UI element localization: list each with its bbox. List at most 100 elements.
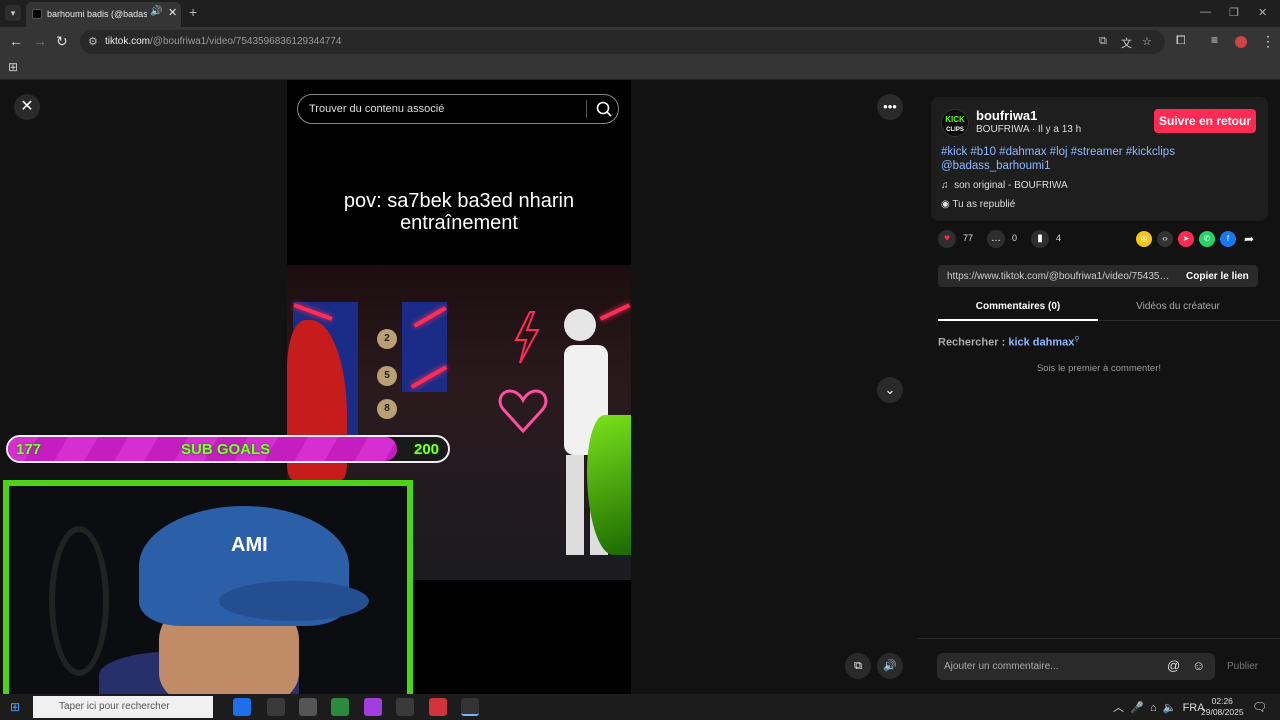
nav-bar: ← → ↻ ⚙ tiktok.com/@boufriwa1/video/7543… xyxy=(0,27,1280,57)
taskbar-app-icon[interactable] xyxy=(429,698,447,716)
coin-share-icon[interactable]: ◎ xyxy=(1136,231,1152,247)
tab-search-chevron-icon[interactable]: ▾ xyxy=(5,5,21,21)
extensions-icon[interactable]: ⧠ xyxy=(1176,33,1186,48)
emoji-icon[interactable]: ☺ xyxy=(1192,658,1205,673)
creator-card: KICK CLIPS boufriwa1 BOUFRIWA · Il y a 1… xyxy=(931,97,1268,221)
apps-grid-icon[interactable]: ⊞ xyxy=(8,60,18,74)
minimize-icon[interactable]: — xyxy=(1200,6,1211,18)
search-icon[interactable] xyxy=(595,100,613,118)
video-hashtags[interactable]: #kick #b10 #dahmax #loj #streamer #kickc… xyxy=(941,145,1261,173)
tab-close-icon[interactable]: ✕ xyxy=(168,6,177,19)
details-panel: KICK CLIPS boufriwa1 BOUFRIWA · Il y a 1… xyxy=(918,80,1280,694)
microphone-icon[interactable]: 🎤 xyxy=(1130,702,1144,714)
address-bar[interactable]: ⚙ tiktok.com/@boufriwa1/video/7543596836… xyxy=(80,30,1165,54)
url-text: tiktok.com/@boufriwa1/video/754359683612… xyxy=(105,36,342,47)
taskbar-app-icon[interactable] xyxy=(396,698,414,716)
bookmark-star-icon[interactable]: ☆ xyxy=(1142,35,1152,48)
like-icon[interactable]: ♥ xyxy=(938,230,956,248)
repost-avatar-icon: ◉ xyxy=(941,199,950,210)
speaker-icon[interactable]: 🔈 xyxy=(1163,702,1177,714)
menu-icon[interactable]: ⋮ xyxy=(1261,33,1275,50)
pip-icon[interactable]: ⧉ xyxy=(845,653,871,679)
neon-heart xyxy=(498,389,548,434)
publish-button[interactable]: Publier xyxy=(1227,661,1258,672)
cast-icon[interactable]: ⧉ xyxy=(1099,35,1107,48)
scene-number: 8 xyxy=(377,399,397,419)
creator-username[interactable]: boufriwa1 xyxy=(976,108,1037,123)
taskbar-app-icon[interactable] xyxy=(364,698,382,716)
media-control-icon[interactable]: ≡ xyxy=(1211,33,1218,47)
clock[interactable]: 02:26 29/08/2025 xyxy=(1201,696,1244,718)
search-divider xyxy=(586,100,587,118)
notifications-icon[interactable]: 🗨 xyxy=(1252,700,1267,714)
comment-bar: Ajouter un commentaire... @ ☺ Publier xyxy=(918,638,1280,694)
browser-tab[interactable]: barhoumi badis (@badass_b 🔊 ✕ xyxy=(26,2,181,27)
comment-placeholder: Ajouter un commentaire... xyxy=(944,661,1059,672)
comment-count: 0 xyxy=(1012,233,1018,243)
more-options-icon[interactable]: ••• xyxy=(877,94,903,120)
new-tab-icon[interactable]: + xyxy=(189,4,197,20)
forward-icon[interactable]: → xyxy=(33,33,47,49)
tab-creator-videos[interactable]: Vidéos du créateur xyxy=(1098,296,1258,321)
taskbar-app-icon[interactable] xyxy=(267,698,285,716)
video-caption: pov: sa7bek ba3ed nharin entraînement xyxy=(343,190,575,234)
cap-logo-text: AMI xyxy=(231,534,268,556)
site-info-icon[interactable]: ⚙ xyxy=(88,35,98,48)
taskbar-app-icon[interactable] xyxy=(299,698,317,716)
action-row: ♥ 77 … 0 ▮ 4 ◎ ‹› ➤ ✆ f ➦ xyxy=(938,230,1268,256)
bookmark-icon[interactable]: ▮ xyxy=(1031,230,1049,248)
restore-icon[interactable]: ❐ xyxy=(1229,6,1239,19)
whatsapp-icon[interactable]: ✆ xyxy=(1199,231,1215,247)
video-area: ✕ pov: sa7bek ba3ed nharin entraînement … xyxy=(0,80,918,700)
scene-number: 5 xyxy=(377,366,397,386)
video-link[interactable]: https://www.tiktok.com/@boufriwa1/video/… xyxy=(947,271,1175,282)
copy-link-button[interactable]: Copier le lien xyxy=(1186,271,1249,282)
send-icon[interactable]: ➤ xyxy=(1178,231,1194,247)
comment-input[interactable]: Ajouter un commentaire... @ ☺ xyxy=(937,653,1215,680)
volume-icon[interactable]: 🔊 xyxy=(877,653,903,679)
creator-subline: BOUFRIWA · Il y a 13 h xyxy=(976,124,1082,135)
search-small-icon: ⚲ xyxy=(1074,336,1080,343)
save-count: 4 xyxy=(1056,233,1062,243)
tab-strip: ▾ barhoumi badis (@badass_b 🔊 ✕ + — ❐ ✕ xyxy=(0,0,1280,27)
start-icon[interactable]: ⊞ xyxy=(10,700,20,714)
taskbar-search[interactable]: Taper ici pour rechercher xyxy=(33,696,213,718)
sub-goals-bar: 177 SUB GOALS 200 xyxy=(6,435,450,463)
next-video-icon[interactable]: ⌄ xyxy=(877,377,903,403)
scene-number: 2 xyxy=(377,329,397,349)
creator-avatar[interactable]: KICK CLIPS xyxy=(941,109,969,137)
translate-icon[interactable]: 文 xyxy=(1121,35,1132,51)
tray-chevron-icon[interactable]: ︿ xyxy=(1113,702,1124,714)
follow-back-button[interactable]: Suivre en retour xyxy=(1154,109,1256,133)
window-close-icon[interactable]: ✕ xyxy=(1258,6,1267,19)
video-link-box: https://www.tiktok.com/@boufriwa1/video/… xyxy=(938,265,1258,287)
tab-comments[interactable]: Commentaires (0) xyxy=(938,296,1098,321)
mention-icon[interactable]: @ xyxy=(1167,658,1180,673)
embed-icon[interactable]: ‹› xyxy=(1157,231,1173,247)
search-suggestion[interactable]: Rechercher : kick dahmax⚲ xyxy=(938,335,1080,349)
chrome-app-icon[interactable] xyxy=(461,698,479,716)
comment-icon[interactable]: … xyxy=(987,230,1005,248)
edge-app-icon[interactable] xyxy=(233,698,251,716)
back-icon[interactable]: ← xyxy=(9,33,23,49)
webcam-overlay: AMI xyxy=(3,480,413,700)
profile-avatar[interactable] xyxy=(1235,36,1247,48)
taskbar: ⊞ Taper ici pour rechercher ︿ 🎤 ⌂ 🔈 FRA … xyxy=(0,694,1280,720)
tab-audio-icon[interactable]: 🔊 xyxy=(150,6,162,17)
empty-comments-text: Sois le premier à commenter! xyxy=(1036,363,1162,374)
network-icon[interactable]: ⌂ xyxy=(1150,702,1157,714)
like-count: 77 xyxy=(963,233,974,243)
related-search[interactable]: Trouver du contenu associé xyxy=(297,94,619,124)
system-tray: ︿ 🎤 ⌂ 🔈 FRA xyxy=(1113,699,1205,715)
repost-row: ◉ Tu as republié xyxy=(941,199,1016,210)
tiktok-page: ✕ pov: sa7bek ba3ed nharin entraînement … xyxy=(0,80,1280,700)
bookmark-bar: ⊞ xyxy=(0,57,1280,80)
close-video-icon[interactable]: ✕ xyxy=(14,94,40,120)
sub-goals-target: 200 xyxy=(414,441,440,458)
taskbar-app-icon[interactable] xyxy=(331,698,349,716)
share-arrow-icon[interactable]: ➦ xyxy=(1241,231,1257,247)
facebook-icon[interactable]: f xyxy=(1220,231,1236,247)
music-note-icon: ♫ xyxy=(941,180,949,191)
panel-tabs: Commentaires (0) Vidéos du créateur xyxy=(938,296,1280,321)
reload-icon[interactable]: ↻ xyxy=(56,33,68,50)
